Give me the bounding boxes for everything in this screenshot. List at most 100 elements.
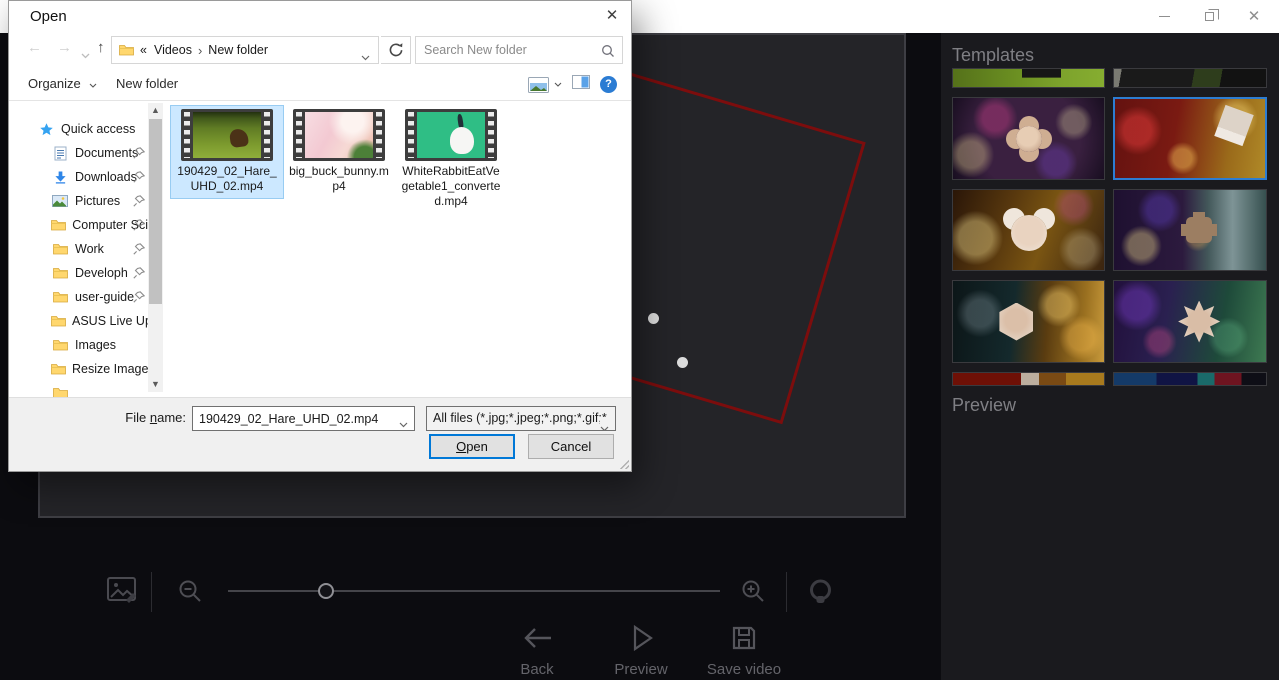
preview-header: Preview [952,395,1016,416]
control-point-dot[interactable] [677,357,688,368]
nav-forward-button[interactable]: → [57,39,72,56]
sidebar-scrollbar[interactable]: ▲ ▼ [148,103,163,392]
screen: ✕ Templates Preview [0,0,1279,680]
template-thumbnail-polaroid-selected[interactable] [1113,97,1267,180]
address-bar[interactable]: « Videos › New folder [111,36,379,64]
template-thumbnail-flower[interactable] [952,97,1105,180]
sidebar-item-quick-access[interactable]: Quick access [9,117,148,141]
image-edit-button[interactable] [104,573,140,612]
sidebar-item-resize-images[interactable]: Resize Images [9,357,148,381]
breadcrumb-new-folder[interactable]: New folder [208,43,268,57]
sidebar-label: Resize Images [72,362,148,376]
file-name-input[interactable] [193,407,391,430]
rotate-button[interactable] [805,576,836,612]
pin-icon [133,219,145,234]
sidebar-label: ASUS Live Updat [72,314,148,328]
open-dialog: Open ✕ ← → ↑ « Videos › New folder [8,0,632,472]
nav-history-chevron-icon[interactable] [81,46,90,64]
sidebar-item-work[interactable]: Work [9,237,148,261]
download-arrow-icon [51,171,69,184]
sidebar-item-pictures[interactable]: Pictures [9,189,148,213]
open-button[interactable]: Open [429,434,515,459]
preview-button[interactable]: Preview [596,623,686,678]
image-icon [104,573,140,607]
sidebar-item-developh[interactable]: Developh [9,261,148,285]
template-thumbnail-star[interactable] [1113,280,1267,363]
cancel-button[interactable]: Cancel [528,434,614,459]
templates-panel: Templates Preview [941,33,1279,680]
template-thumbnail[interactable] [1113,68,1267,88]
zoom-out-button[interactable] [177,578,204,610]
template-thumbnail[interactable] [952,68,1105,88]
file-item-white-rabbit[interactable]: WhiteRabbitEatVegetable1_converted.mp4 [395,106,507,213]
folder-icon [51,267,69,279]
file-name: WhiteRabbitEatVegetable1_converted.mp4 [399,164,503,209]
refresh-icon [388,42,404,58]
folder-icon [119,44,134,56]
new-folder-button[interactable]: New folder [116,76,178,91]
sidebar-item-documents[interactable]: Documents [9,141,148,165]
search-icon[interactable] [601,44,615,63]
file-name: 190429_02_Hare_UHD_02.mp4 [175,164,279,194]
sidebar-item-downloads[interactable]: Downloads [9,165,148,189]
back-button[interactable]: Back [492,623,582,678]
sidebar-item-computer-sci[interactable]: Computer Sci [9,213,148,237]
folder-icon [51,243,69,255]
resize-grip[interactable] [618,458,629,469]
folder-icon [51,339,69,351]
breadcrumb-prefix: « [140,43,147,57]
minimize-button[interactable] [1148,6,1180,27]
scrollbar-up-icon[interactable]: ▲ [148,103,163,118]
dialog-close-button[interactable]: ✕ [599,5,625,27]
help-button[interactable]: ? [600,76,617,93]
pin-icon [133,171,145,186]
view-thumbnails-button[interactable] [528,77,562,93]
template-thumbnail-hexagon[interactable] [952,280,1105,363]
zoom-slider-handle[interactable] [318,583,334,599]
sidebar-item-images[interactable]: Images [9,333,148,357]
file-type-dropdown[interactable]: All files (*.jpg;*.jpeg;*.png;*.gif;* [426,406,616,431]
control-point-dot[interactable] [648,313,659,324]
template-thumbnail[interactable] [1113,372,1267,386]
address-dropdown-chevron-icon[interactable] [361,48,370,66]
save-icon [699,623,789,657]
restore-button[interactable] [1193,6,1225,27]
breadcrumb-videos[interactable]: Videos [147,43,192,57]
sidebar-label: Work [75,242,104,256]
template-thumbnail-puzzle[interactable] [1113,189,1267,271]
zoom-in-icon [740,578,767,605]
template-thumbnail[interactable] [952,372,1105,386]
scrollbar-thumb[interactable] [149,119,162,304]
scrollbar-down-icon[interactable]: ▼ [148,377,163,392]
refresh-button[interactable] [381,36,411,64]
back-arrow-icon [492,623,582,657]
nav-back-button[interactable]: ← [27,39,42,56]
file-item-hare[interactable]: 190429_02_Hare_UHD_02.mp4 [171,106,283,198]
pin-icon [133,291,145,306]
templates-grid [952,68,1267,386]
file-name-label: File name: [9,410,186,425]
preview-pane-button[interactable] [572,75,590,94]
template-thumbnail-mickey[interactable] [952,189,1105,271]
close-window-button[interactable]: ✕ [1238,6,1270,27]
folder-icon [51,219,66,231]
organize-button[interactable]: Organize [28,76,97,91]
filetype-chevron-icon [600,417,609,431]
search-input[interactable] [424,38,594,62]
filename-chevron-icon[interactable] [399,417,408,431]
zoom-in-button[interactable] [740,578,767,610]
folder-icon [51,315,66,327]
file-name-combobox[interactable] [192,406,415,431]
file-type-value: All files (*.jpg;*.jpeg;*.png;*.gif;* [433,411,607,425]
sidebar-item-asus-live-update[interactable]: ASUS Live Updat [9,309,148,333]
save-video-button[interactable]: Save video [699,623,789,678]
sidebar-item-user-guide[interactable]: user-guide [9,285,148,309]
file-list: 190429_02_Hare_UHD_02.mp4 big_buck_bunny… [171,106,507,213]
file-item-big-buck-bunny[interactable]: big_buck_bunny.mp4 [283,106,395,198]
nav-up-button[interactable]: ↑ [97,39,105,56]
pictures-icon [51,195,69,207]
sidebar-label: Downloads [75,170,137,184]
sidebar-label: Developh [75,266,128,280]
zoom-slider-track[interactable] [228,590,720,592]
rotate-icon [805,576,836,607]
